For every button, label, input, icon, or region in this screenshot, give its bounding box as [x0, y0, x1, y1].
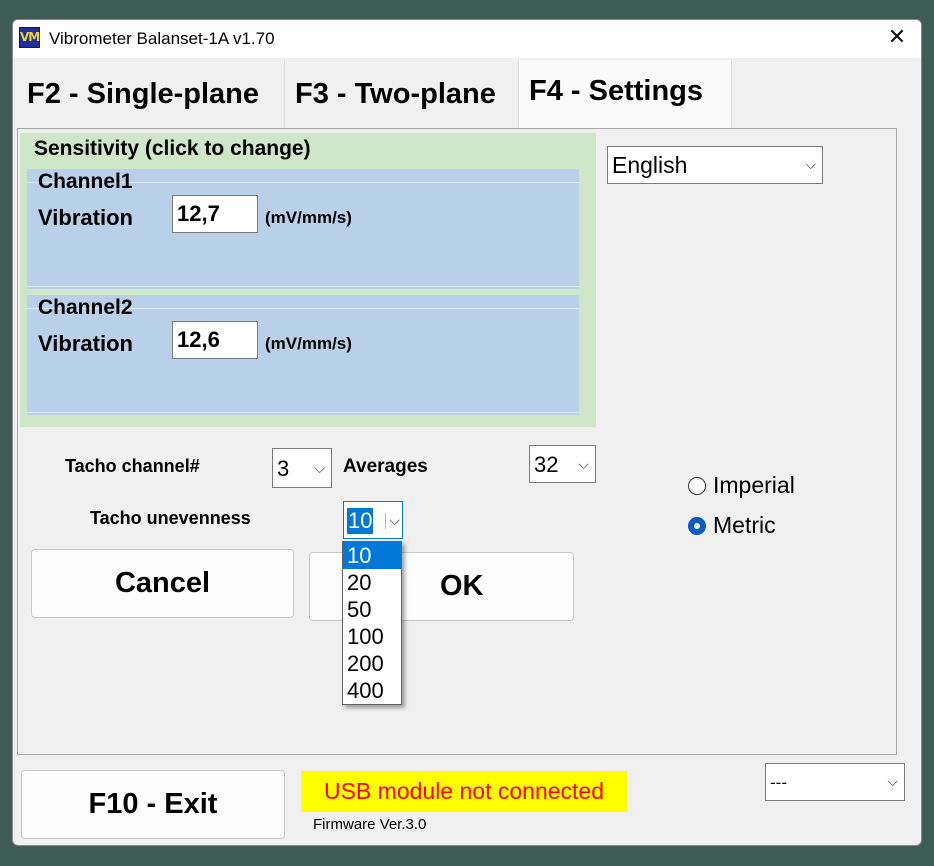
- chevron-down-icon: ⌵: [887, 774, 898, 790]
- dropdown-option[interactable]: 100: [343, 623, 401, 650]
- sensitivity-title[interactable]: Sensitivity (click to change): [34, 137, 311, 161]
- averages-label: Averages: [343, 456, 428, 477]
- dropdown-option[interactable]: 50: [343, 596, 401, 623]
- channel1-vibration-input[interactable]: 12,7: [172, 195, 258, 233]
- app-logo-icon: VM: [19, 27, 40, 48]
- tab-settings[interactable]: F4 - Settings: [519, 60, 732, 128]
- channel2-group: Channel2 Vibration 12,6 (mV/mm/s): [27, 295, 579, 415]
- imperial-radio[interactable]: [688, 477, 706, 495]
- tab-two-plane[interactable]: F3 - Two-plane: [285, 60, 519, 128]
- title-bar: VM Vibrometer Balanset-1A v1.70 ✕: [13, 20, 921, 58]
- tab-strip-background: [732, 60, 921, 128]
- dropdown-option[interactable]: 200: [343, 650, 401, 677]
- metric-radio[interactable]: [688, 517, 706, 535]
- tab-label: F3 - Two-plane: [295, 78, 496, 110]
- channel1-group: Channel1 Vibration 12,7 (mV/mm/s): [27, 169, 579, 289]
- app-window: VM Vibrometer Balanset-1A v1.70 ✕ F2 - S…: [12, 19, 922, 846]
- chevron-down-icon: ⌵: [578, 457, 589, 473]
- tacho-unevenness-label: Tacho unevenness: [90, 508, 251, 528]
- sensitivity-group: Sensitivity (click to change) Channel1 V…: [20, 133, 596, 427]
- tacho-unevenness-value: 10: [347, 508, 374, 534]
- channel1-title: Channel1: [38, 170, 133, 193]
- imperial-label[interactable]: Imperial: [713, 472, 795, 499]
- usb-status-message: USB module not connected: [301, 771, 627, 812]
- dropdown-option[interactable]: 10: [343, 542, 401, 569]
- tab-label: F2 - Single-plane: [27, 78, 260, 110]
- channel1-unit-label: (mV/mm/s): [265, 208, 352, 227]
- tab-label: F4 - Settings: [529, 75, 704, 107]
- tab-single-plane[interactable]: F2 - Single-plane: [17, 60, 285, 128]
- averages-value: 32: [534, 452, 559, 477]
- close-button[interactable]: ✕: [873, 20, 921, 58]
- port-select[interactable]: --- ⌵: [765, 763, 905, 801]
- averages-select[interactable]: 32 ⌵: [529, 445, 596, 483]
- channel2-vibration-input[interactable]: 12,6: [172, 321, 258, 359]
- tacho-unevenness-dropdown: 10 20 50 100 200 400: [342, 541, 402, 705]
- channel2-vibration-label: Vibration: [38, 331, 133, 356]
- language-select-value: English: [612, 152, 688, 178]
- dropdown-option[interactable]: 20: [343, 569, 401, 596]
- tacho-unevenness-select[interactable]: 10 ⌵: [343, 501, 403, 539]
- chevron-down-icon: ⌵: [805, 157, 816, 173]
- firmware-version: Firmware Ver.3.0: [313, 816, 427, 833]
- channel1-vibration-label: Vibration: [38, 205, 133, 230]
- divider: [27, 412, 579, 413]
- chevron-down-icon: ⌵: [314, 461, 325, 477]
- channel2-unit-label: (mV/mm/s): [265, 334, 352, 353]
- divider: [27, 286, 579, 287]
- close-icon: ✕: [887, 25, 907, 50]
- tacho-channel-value: 3: [277, 456, 290, 481]
- language-select[interactable]: English ⌵: [607, 146, 823, 184]
- tacho-channel-select[interactable]: 3 ⌵: [272, 448, 332, 488]
- tacho-channel-label: Tacho channel#: [65, 456, 200, 476]
- chevron-down-icon: ⌵: [385, 513, 400, 529]
- port-select-value: ---: [770, 773, 787, 792]
- dropdown-option[interactable]: 400: [343, 677, 401, 704]
- window-title: Vibrometer Balanset-1A v1.70: [49, 29, 275, 48]
- metric-label[interactable]: Metric: [713, 512, 776, 539]
- exit-button[interactable]: F10 - Exit: [21, 770, 285, 839]
- channel2-title: Channel2: [38, 296, 133, 319]
- cancel-button[interactable]: Cancel: [31, 549, 294, 618]
